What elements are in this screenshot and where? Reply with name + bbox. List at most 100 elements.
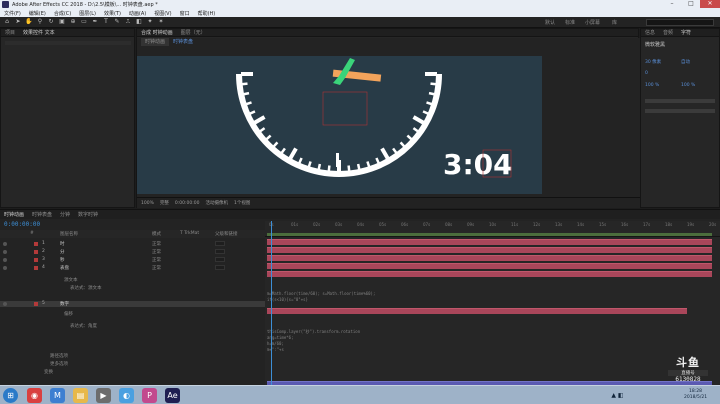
- layer-bar[interactable]: [267, 263, 712, 269]
- parent-dropdown[interactable]: [215, 249, 225, 254]
- label-color-swatch[interactable]: [34, 302, 38, 306]
- stamp-tool-icon[interactable]: ⎍: [124, 18, 132, 26]
- label-color-swatch[interactable]: [34, 266, 38, 270]
- rotate-tool-icon[interactable]: ↻: [47, 18, 55, 26]
- rectangle-tool-icon[interactable]: ▭: [80, 18, 88, 26]
- expression-line[interactable]: h=m/60;: [267, 341, 284, 346]
- time-ruler[interactable]: 0s01s02s03s04s05s06s07s08s09s10s11s12s13…: [265, 221, 720, 237]
- layer-row-selected[interactable]: 5 数字: [0, 301, 265, 307]
- timeline-track-area[interactable]: 0s01s02s03s04s05s06s07s08s09s10s11s12s13…: [265, 221, 720, 387]
- tray-icons[interactable]: ▲ ◧ ♪: [610, 388, 625, 403]
- photoshop-icon[interactable]: P: [142, 388, 157, 403]
- property-row[interactable]: 变换: [0, 369, 265, 375]
- pen-tool-icon[interactable]: ✒: [91, 18, 99, 26]
- layer-bar[interactable]: [267, 247, 712, 253]
- resolution-select[interactable]: 完整: [160, 200, 169, 206]
- property-transform[interactable]: 变换: [44, 369, 53, 375]
- tab-audio[interactable]: 音频: [659, 29, 677, 37]
- menu-effect[interactable]: 效果(T): [104, 10, 121, 17]
- chat-icon[interactable]: ◐: [119, 388, 134, 403]
- visibility-eye-icon[interactable]: [3, 258, 7, 262]
- parent-dropdown[interactable]: [215, 265, 225, 270]
- close-button[interactable]: ✕: [700, 0, 720, 8]
- visibility-eye-icon[interactable]: [3, 242, 7, 246]
- property-row[interactable]: 表达式：源文本: [0, 285, 265, 291]
- roto-tool-icon[interactable]: ✦: [146, 18, 154, 26]
- expression-line[interactable]: m+":"+s: [267, 347, 284, 352]
- tab-timeline-digital[interactable]: 数字时钟: [74, 211, 102, 219]
- workspace-small-screen[interactable]: 小屏幕: [585, 19, 600, 26]
- tab-character[interactable]: 字符: [677, 29, 695, 37]
- visibility-eye-icon[interactable]: [3, 250, 7, 254]
- layer-bar-selected[interactable]: [267, 308, 687, 314]
- pan-behind-tool-icon[interactable]: ⊕: [69, 18, 77, 26]
- layer-mode[interactable]: 正常: [152, 241, 161, 247]
- expression-line[interactable]: m=Math.floor(time/60); s=Math.floor(time…: [267, 291, 375, 296]
- layer-row[interactable]: 4 表盘 正常: [0, 265, 265, 271]
- layer-name[interactable]: 秒: [60, 257, 65, 263]
- visibility-eye-icon[interactable]: [3, 266, 7, 270]
- tracking-value[interactable]: 0: [645, 71, 648, 76]
- eraser-tool-icon[interactable]: ◧: [135, 18, 143, 26]
- layer-bar[interactable]: [267, 255, 712, 261]
- tab-composition[interactable]: 合成 时钟动画: [137, 29, 177, 37]
- subtab-clock-animation[interactable]: 时钟动画: [141, 38, 170, 46]
- parent-dropdown[interactable]: [215, 257, 225, 262]
- tab-timeline-minute[interactable]: 分钟: [56, 211, 74, 219]
- composition-canvas[interactable]: 3:04: [137, 56, 542, 194]
- layer-bar[interactable]: [267, 271, 712, 277]
- property-source-text[interactable]: 源文本: [64, 277, 78, 283]
- label-color-swatch[interactable]: [34, 242, 38, 246]
- hand-tool-icon[interactable]: ✋: [25, 18, 33, 26]
- after-effects-icon[interactable]: Ae: [165, 388, 180, 403]
- layer-mode[interactable]: 正常: [152, 257, 161, 263]
- label-color-swatch[interactable]: [34, 258, 38, 262]
- type-tool-icon[interactable]: T: [102, 18, 110, 26]
- workspace-standard[interactable]: 标准: [565, 19, 575, 26]
- font-size-value[interactable]: 30 像素: [645, 59, 661, 65]
- zoom-level[interactable]: 100%: [141, 201, 154, 206]
- menu-edit[interactable]: 编辑(E): [29, 10, 46, 17]
- system-clock[interactable]: 18:28 2018/5/21: [684, 389, 707, 401]
- property-row[interactable]: 偏移: [0, 311, 265, 317]
- puppet-tool-icon[interactable]: ✶: [157, 18, 165, 26]
- timeline-timecode[interactable]: 0:00:00:00: [4, 221, 40, 228]
- work-area-bar[interactable]: [267, 233, 712, 236]
- camera-tool-icon[interactable]: ▣: [58, 18, 66, 26]
- menu-window[interactable]: 窗口: [180, 10, 190, 17]
- property-row[interactable]: 更多选项: [0, 361, 265, 367]
- visibility-eye-icon[interactable]: [3, 302, 7, 306]
- folder-icon[interactable]: ▤: [73, 388, 88, 403]
- start-button-icon[interactable]: ⊞: [3, 388, 18, 403]
- maximize-button[interactable]: □: [681, 0, 701, 8]
- parent-dropdown[interactable]: [215, 241, 225, 246]
- property-expression-angle[interactable]: 表达式：角度: [70, 323, 97, 329]
- subtab-clock-face[interactable]: 时钟表盘: [169, 38, 197, 46]
- workspace-library[interactable]: 库: [612, 19, 617, 26]
- menu-view[interactable]: 视图(V): [154, 10, 171, 17]
- menu-layer[interactable]: 图层(L): [79, 10, 96, 17]
- tab-timeline-clock-animation[interactable]: 时钟动画: [0, 211, 28, 219]
- active-camera-select[interactable]: 活动摄像机: [205, 200, 228, 206]
- tab-effect-controls[interactable]: 效果控件 文本: [19, 29, 59, 37]
- selection-tool-icon[interactable]: ➤: [14, 18, 22, 26]
- minimize-button[interactable]: –: [662, 0, 682, 8]
- property-expression-source-text[interactable]: 表达式：源文本: [70, 285, 102, 291]
- menu-composition[interactable]: 合成(C): [54, 10, 71, 17]
- layer-name[interactable]: 数字: [60, 301, 69, 307]
- layer-name[interactable]: 表盘: [60, 265, 69, 271]
- media-player-icon[interactable]: ▶: [96, 388, 111, 403]
- tab-project[interactable]: 项目: [1, 29, 19, 37]
- workspace-default[interactable]: 默认: [545, 19, 555, 26]
- views-select[interactable]: 1个视图: [234, 200, 250, 206]
- playhead[interactable]: [271, 221, 272, 386]
- menu-animation[interactable]: 动画(A): [129, 10, 146, 17]
- zoom-tool-icon[interactable]: ⚲: [36, 18, 44, 26]
- brush-tool-icon[interactable]: ✎: [113, 18, 121, 26]
- label-color-swatch[interactable]: [34, 250, 38, 254]
- layer-name[interactable]: 分: [60, 249, 65, 255]
- property-row[interactable]: 源文本: [0, 277, 265, 283]
- browser-icon[interactable]: ◉: [27, 388, 42, 403]
- layer-row[interactable]: 3 秒 正常: [0, 257, 265, 263]
- tab-info[interactable]: 信息: [641, 29, 659, 37]
